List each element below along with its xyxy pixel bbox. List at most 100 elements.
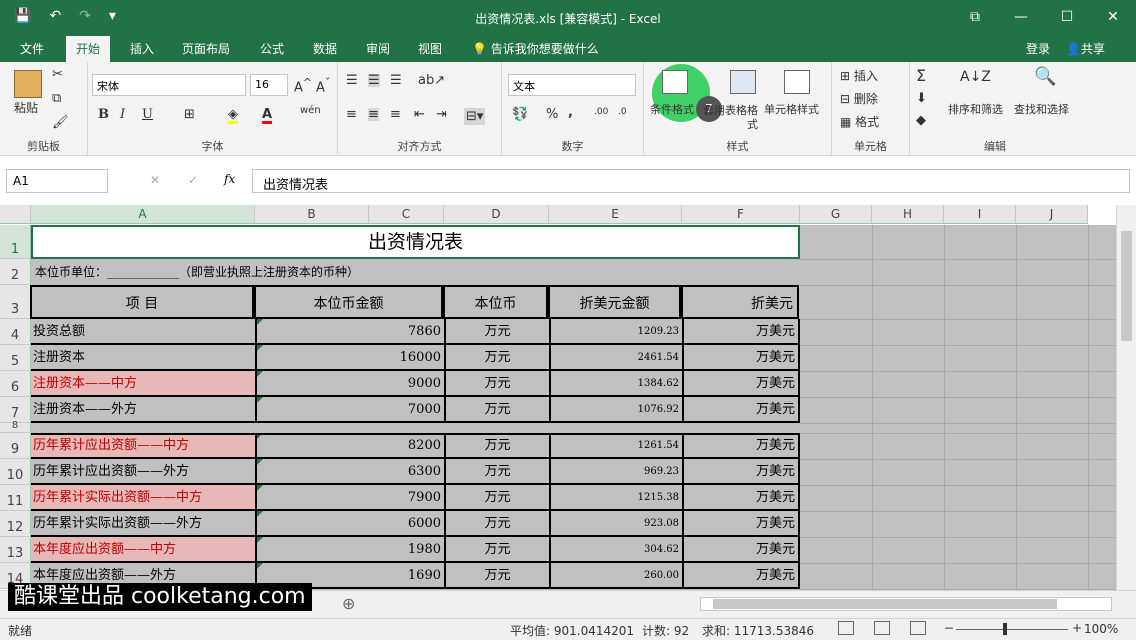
tab-page-layout[interactable]: 页面布局 [182, 40, 230, 57]
usd-unit-cell[interactable]: 万美元 [682, 345, 800, 371]
unit-cell[interactable]: 万元 [444, 459, 549, 485]
tab-view[interactable]: 视图 [418, 40, 442, 57]
horizontal-scrollbar[interactable] [700, 597, 1112, 611]
column-header[interactable]: E [549, 205, 682, 224]
amount-cell[interactable]: 7900 [255, 485, 444, 511]
accounting-format-icon[interactable]: 💱 [512, 108, 528, 121]
usd-amount-cell[interactable]: 1209.23 [549, 319, 682, 345]
usd-amount-cell[interactable]: 1076.92 [549, 397, 682, 423]
unit-line-cell[interactable]: 本位币单位：____________（即营业执照上注册资本的币种） [33, 261, 800, 283]
fill-color-icon[interactable]: ◈ [228, 108, 238, 124]
column-title-cell[interactable]: 折美元金额 [548, 285, 681, 319]
vertical-scroll-thumb[interactable] [1121, 231, 1132, 341]
column-header[interactable]: B [255, 205, 369, 224]
unit-cell[interactable]: 万元 [444, 345, 549, 371]
unit-cell[interactable]: 万元 [444, 563, 549, 589]
select-all-corner[interactable] [0, 205, 31, 224]
shrink-font-icon[interactable]: Aˇ [316, 77, 330, 94]
align-left-icon[interactable]: ≡ [346, 108, 357, 121]
formula-input[interactable]: 出资情况表 [252, 169, 1130, 193]
item-cell[interactable]: 注册资本 [31, 345, 255, 371]
amount-cell[interactable]: 1980 [255, 537, 444, 563]
column-header[interactable]: H [872, 205, 944, 224]
merge-center-icon[interactable]: ⊟▾ [464, 108, 486, 125]
cell-styles-icon[interactable] [784, 70, 810, 94]
usd-unit-cell[interactable]: 万美元 [682, 563, 800, 589]
item-cell[interactable]: 本年度应出资额——中方 [31, 537, 255, 563]
tab-review[interactable]: 审阅 [366, 40, 390, 57]
borders-icon[interactable]: ⊞ [184, 108, 195, 121]
paste-button-label[interactable]: 粘贴 [14, 102, 38, 114]
tab-insert[interactable]: 插入 [130, 40, 154, 57]
scroll-thumb[interactable] [713, 599, 1057, 609]
usd-amount-cell[interactable]: 1215.38 [549, 485, 682, 511]
column-title-cell[interactable]: 本位币 [443, 285, 548, 319]
unit-cell[interactable]: 万元 [444, 537, 549, 563]
copy-icon[interactable]: ⧉ [52, 92, 61, 105]
row-header[interactable]: 13 [0, 537, 31, 563]
tab-formulas[interactable]: 公式 [260, 40, 284, 57]
align-right-icon[interactable]: ≡ [390, 108, 401, 121]
phonetic-icon[interactable]: wén [300, 106, 321, 116]
worksheet-grid[interactable]: A B C D E F G H I J 1 2 3 4 5 6 7 8 9 10 11 12 13 14 出资情况表 本位币单位：… [0, 205, 1136, 590]
usd-unit-cell[interactable]: 万美元 [682, 371, 800, 397]
grow-font-icon[interactable]: A^ [294, 77, 312, 94]
usd-amount-cell[interactable]: 969.23 [549, 459, 682, 485]
cancel-icon[interactable]: ✕ [150, 173, 160, 187]
usd-unit-cell[interactable]: 万美元 [682, 319, 800, 345]
close-button[interactable]: ✕ [1090, 0, 1136, 34]
minimize-button[interactable]: — [998, 0, 1044, 34]
format-painter-icon[interactable]: 🖌 [52, 116, 69, 129]
clear-icon[interactable]: ◆ [916, 114, 926, 127]
delete-cells-button[interactable]: ⊟ 删除 [840, 93, 878, 105]
vertical-scrollbar[interactable] [1116, 205, 1136, 590]
number-format-select[interactable]: 文本 [508, 74, 636, 96]
find-select-icon[interactable]: 🔍 [1034, 68, 1056, 86]
item-cell[interactable]: 历年累计实际出资额——中方 [31, 485, 255, 511]
font-size-select[interactable]: 16 [250, 74, 288, 96]
usd-amount-cell[interactable]: 1384.62 [549, 371, 682, 397]
orientation-icon[interactable]: ab↗ [418, 74, 445, 87]
row-header[interactable]: 6 [0, 371, 31, 397]
usd-amount-cell[interactable]: 2461.54 [549, 345, 682, 371]
unit-cell[interactable]: 万元 [444, 371, 549, 397]
unit-cell[interactable]: 万元 [444, 319, 549, 345]
row-header[interactable]: 8 [0, 420, 31, 433]
column-title-cell[interactable]: 折美元 [681, 285, 799, 319]
bold-button[interactable]: B [98, 108, 109, 121]
zoom-out-button[interactable]: − [944, 621, 954, 635]
item-cell[interactable]: 历年累计应出资额——中方 [31, 433, 255, 459]
column-header[interactable]: A [31, 205, 255, 224]
zoom-in-button[interactable]: + [1072, 621, 1082, 635]
insert-cells-button[interactable]: ⊞ 插入 [840, 70, 878, 82]
comma-style-button[interactable]: , [568, 106, 573, 119]
zoom-level[interactable]: 100% [1084, 622, 1118, 636]
align-center-icon[interactable]: ≡ [368, 108, 379, 121]
unit-cell[interactable]: 万元 [444, 433, 549, 459]
usd-amount-cell[interactable]: 923.08 [549, 511, 682, 537]
align-top-icon[interactable]: ☰ [346, 74, 358, 87]
unit-cell[interactable]: 万元 [444, 485, 549, 511]
increase-indent-icon[interactable]: ⇥ [436, 108, 447, 121]
item-cell[interactable]: 投资总额 [31, 319, 255, 345]
usd-unit-cell[interactable]: 万美元 [682, 397, 800, 423]
amount-cell[interactable]: 6300 [255, 459, 444, 485]
ribbon-display-icon[interactable]: ⧉ [952, 0, 998, 34]
column-header[interactable]: D [444, 205, 549, 224]
usd-unit-cell[interactable]: 万美元 [682, 433, 800, 459]
row-header[interactable]: 3 [0, 285, 31, 319]
align-middle-icon[interactable]: ☰ [368, 74, 380, 87]
amount-cell[interactable]: 16000 [255, 345, 444, 371]
row-header[interactable]: 4 [0, 319, 31, 345]
font-name-select[interactable]: 宋体 [92, 74, 246, 96]
format-cells-button[interactable]: ▦ 格式 [840, 116, 879, 128]
insert-function-icon[interactable]: fx [224, 172, 235, 186]
decrease-indent-icon[interactable]: ⇤ [414, 108, 425, 121]
column-title-cell[interactable]: 项 目 [30, 285, 254, 319]
italic-button[interactable]: I [120, 108, 125, 121]
zoom-slider-thumb[interactable] [1003, 623, 1007, 635]
sort-filter-icon[interactable]: A↓Z [960, 70, 991, 84]
cut-icon[interactable]: ✂ [52, 68, 63, 81]
name-box[interactable]: A1 [6, 169, 108, 193]
item-cell[interactable]: 注册资本——中方 [31, 371, 255, 397]
